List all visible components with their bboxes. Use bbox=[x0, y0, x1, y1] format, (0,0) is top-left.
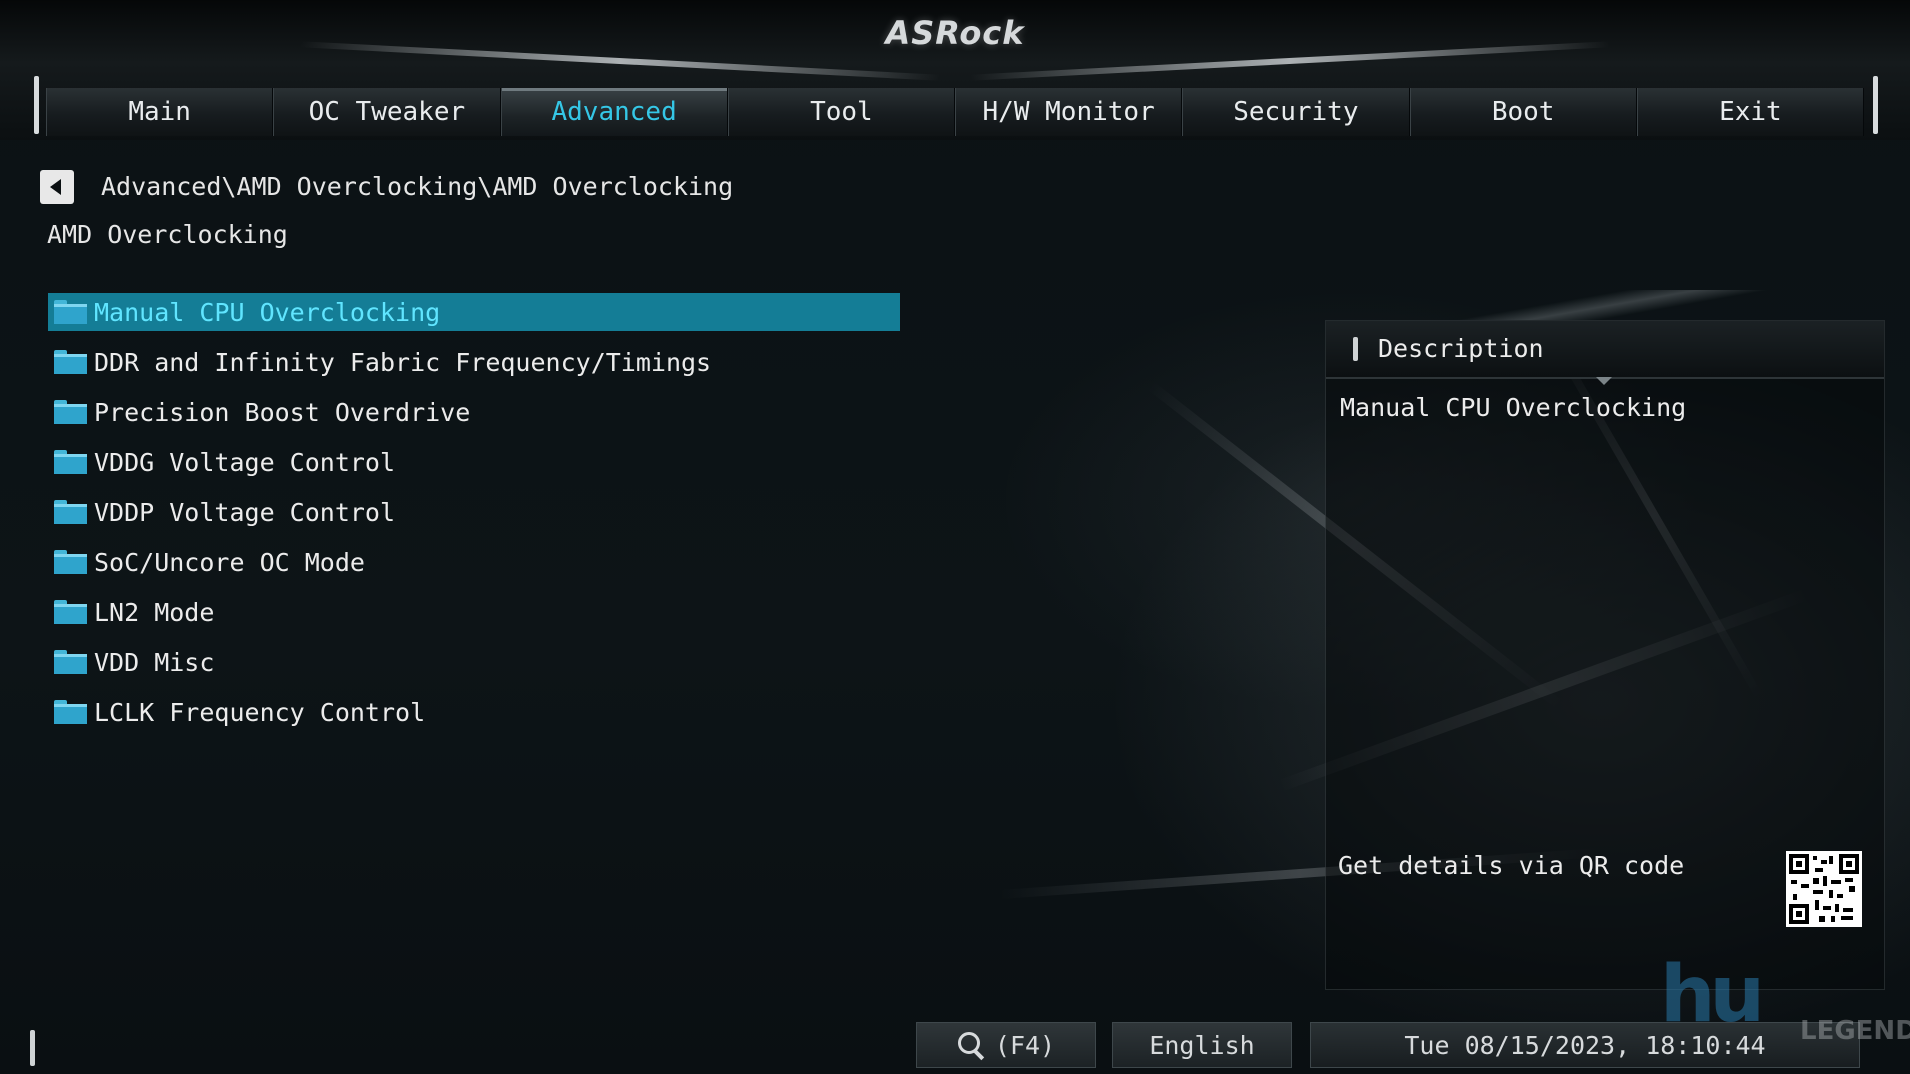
menu-item-label: Manual CPU Overclocking bbox=[94, 297, 441, 327]
qr-code-label: Get details via QR code bbox=[1338, 851, 1685, 880]
tab-oc-tweaker[interactable]: OC Tweaker bbox=[273, 88, 501, 136]
tab-hw-monitor[interactable]: H/W Monitor bbox=[955, 88, 1183, 136]
tabbar-left-edge bbox=[34, 76, 39, 134]
menu-item-ln2-mode[interactable]: LN2 Mode bbox=[48, 593, 900, 631]
asrock-logo: ASRock bbox=[885, 14, 1025, 52]
back-arrow-icon[interactable] bbox=[40, 170, 74, 204]
menu-item-label: Precision Boost Overdrive bbox=[94, 397, 471, 427]
main-tab-bar: Main OC Tweaker Advanced Tool H/W Monito… bbox=[46, 88, 1864, 136]
menu-item-precision-boost-overdrive[interactable]: Precision Boost Overdrive bbox=[48, 393, 900, 431]
folder-icon bbox=[54, 700, 87, 724]
folder-icon bbox=[54, 300, 87, 324]
tab-advanced[interactable]: Advanced bbox=[500, 88, 728, 136]
tab-exit[interactable]: Exit bbox=[1636, 88, 1864, 136]
settings-menu: Manual CPU Overclocking DDR and Infinity… bbox=[48, 293, 900, 743]
menu-item-label: LN2 Mode bbox=[94, 597, 215, 627]
menu-item-soc-uncore-oc-mode[interactable]: SoC/Uncore OC Mode bbox=[48, 543, 900, 581]
header-marker-icon bbox=[1353, 337, 1358, 361]
folder-icon bbox=[54, 600, 87, 624]
description-header: Description bbox=[1326, 321, 1884, 379]
folder-icon bbox=[54, 400, 87, 424]
tab-main[interactable]: Main bbox=[46, 88, 274, 136]
search-shortcut-label: (F4) bbox=[994, 1030, 1056, 1060]
tab-boot[interactable]: Boot bbox=[1409, 88, 1637, 136]
menu-item-ddr-infinity-fabric[interactable]: DDR and Infinity Fabric Frequency/Timing… bbox=[48, 343, 900, 381]
menu-item-vddp-voltage-control[interactable]: VDDP Voltage Control bbox=[48, 493, 900, 531]
folder-icon bbox=[54, 550, 87, 574]
menu-item-lclk-frequency-control[interactable]: LCLK Frequency Control bbox=[48, 693, 900, 731]
menu-item-label: SoC/Uncore OC Mode bbox=[94, 547, 365, 577]
description-panel-decoration bbox=[1340, 290, 1885, 320]
menu-item-manual-cpu-overclocking[interactable]: Manual CPU Overclocking bbox=[48, 293, 900, 331]
page-title: AMD Overclocking bbox=[47, 220, 288, 249]
folder-icon bbox=[54, 500, 87, 524]
tab-security[interactable]: Security bbox=[1182, 88, 1410, 136]
menu-item-label: LCLK Frequency Control bbox=[94, 697, 426, 727]
description-panel: Description Manual CPU Overclocking Get … bbox=[1325, 320, 1885, 990]
language-button[interactable]: English bbox=[1112, 1022, 1292, 1068]
menu-item-label: VDDG Voltage Control bbox=[94, 447, 396, 477]
menu-item-label: VDD Misc bbox=[94, 647, 215, 677]
datetime-display: Tue 08/15/2023, 18:10:44 bbox=[1310, 1022, 1860, 1068]
footer-left-edge bbox=[30, 1030, 35, 1066]
breadcrumb: Advanced\AMD Overclocking\AMD Overclocki… bbox=[101, 172, 734, 201]
menu-item-vdd-misc[interactable]: VDD Misc bbox=[48, 643, 900, 681]
folder-icon bbox=[54, 450, 87, 474]
folder-icon bbox=[54, 650, 87, 674]
qr-code-icon bbox=[1786, 851, 1862, 927]
folder-icon bbox=[54, 350, 87, 374]
description-text: Manual CPU Overclocking bbox=[1340, 393, 1687, 422]
menu-item-vddg-voltage-control[interactable]: VDDG Voltage Control bbox=[48, 443, 900, 481]
menu-item-label: DDR and Infinity Fabric Frequency/Timing… bbox=[94, 347, 712, 377]
tab-tool[interactable]: Tool bbox=[727, 88, 955, 136]
description-title: Description bbox=[1378, 334, 1544, 363]
tabbar-right-edge bbox=[1873, 76, 1878, 134]
description-notch-icon bbox=[1596, 377, 1612, 385]
top-header: ASRock Main OC Tweaker Advanced Tool H/W… bbox=[0, 0, 1910, 140]
search-button[interactable]: (F4) bbox=[916, 1022, 1096, 1068]
menu-item-label: VDDP Voltage Control bbox=[94, 497, 396, 527]
search-icon bbox=[957, 1031, 985, 1059]
